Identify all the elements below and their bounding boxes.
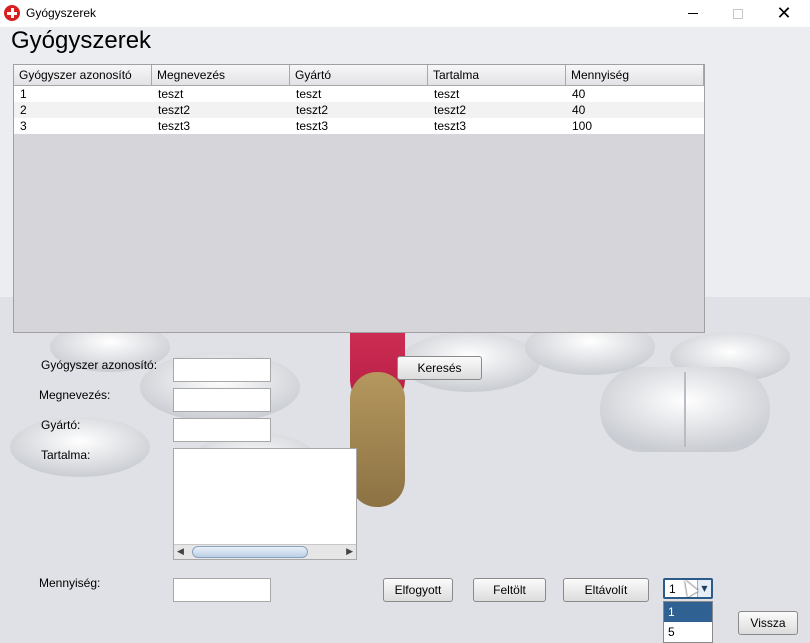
upload-button[interactable]: Feltölt — [473, 578, 546, 602]
chevron-down-icon[interactable]: ▼ — [697, 580, 711, 597]
medicine-table[interactable]: Gyógyszer azonosító Megnevezés Gyártó Ta… — [13, 64, 705, 333]
scrollbar-thumb[interactable] — [192, 546, 308, 558]
combo-dropdown-list: 1 5 — [663, 601, 713, 643]
combo-option[interactable]: 1 — [664, 602, 712, 622]
cell-id: 1 — [20, 87, 27, 101]
column-header-id[interactable]: Gyógyszer azonosító — [14, 65, 152, 85]
back-button[interactable]: Vissza — [738, 611, 798, 635]
id-label: Gyógyszer azonosító: — [41, 358, 158, 372]
content-textarea[interactable]: ◀ ▶ — [173, 448, 357, 560]
scroll-left-icon[interactable]: ◀ — [177, 547, 184, 557]
cell-maker: teszt — [296, 87, 322, 101]
column-header-content[interactable]: Tartalma — [428, 65, 566, 85]
cell-name: teszt — [158, 87, 184, 101]
content-label: Tartalma: — [41, 448, 91, 462]
quantity-label: Mennyiség: — [39, 576, 101, 590]
cell-content: teszt — [434, 87, 460, 101]
maximize-icon — [733, 8, 743, 19]
window-titlebar: Gyógyszerek ✕ — [0, 0, 810, 27]
maker-label: Gyártó: — [41, 418, 81, 432]
table-header: Gyógyszer azonosító Megnevezés Gyártó Ta… — [14, 65, 704, 86]
table-row[interactable]: 1 teszt teszt teszt 40 — [14, 86, 704, 102]
combo-option[interactable]: 5 — [664, 622, 712, 642]
minimize-button[interactable] — [670, 0, 716, 27]
name-field[interactable] — [173, 388, 271, 412]
cell-quantity: 100 — [572, 119, 593, 133]
column-header-quantity[interactable]: Mennyiség — [566, 65, 704, 85]
search-button[interactable]: Keresés — [397, 356, 482, 380]
table-row[interactable]: 2 teszt2 teszt2 teszt2 40 — [14, 102, 704, 118]
cell-content: teszt3 — [434, 119, 467, 133]
scroll-right-icon[interactable]: ▶ — [346, 547, 353, 557]
cell-name: teszt2 — [158, 103, 191, 117]
remove-button[interactable]: Eltávolít — [563, 578, 649, 602]
close-button[interactable]: ✕ — [761, 0, 807, 27]
sold-out-button[interactable]: Elfogyott — [383, 578, 453, 602]
cell-maker: teszt3 — [296, 119, 329, 133]
table-row[interactable]: 3 teszt3 teszt3 teszt3 100 — [14, 118, 704, 134]
cell-content: teszt2 — [434, 103, 467, 117]
cell-id: 2 — [20, 103, 27, 117]
page-title: Gyógyszerek — [11, 27, 152, 54]
quantity-field[interactable] — [173, 578, 271, 602]
cell-quantity: 40 — [572, 103, 586, 117]
cell-quantity: 40 — [572, 87, 586, 101]
column-header-name[interactable]: Megnevezés — [152, 65, 290, 85]
close-icon: ✕ — [776, 2, 792, 24]
id-field[interactable] — [173, 358, 271, 382]
column-header-maker[interactable]: Gyártó — [290, 65, 428, 85]
cell-maker: teszt2 — [296, 103, 329, 117]
red-cross-icon — [4, 5, 20, 21]
cell-name: teszt3 — [158, 119, 191, 133]
name-label: Megnevezés: — [39, 388, 111, 402]
cell-id: 3 — [20, 119, 27, 133]
horizontal-scrollbar[interactable]: ◀ ▶ — [174, 544, 356, 559]
table-body: 1 teszt teszt teszt 40 2 teszt2 teszt2 t… — [14, 86, 704, 134]
minimize-icon — [688, 13, 698, 14]
combo-selected-value: 1 — [669, 582, 676, 596]
maker-field[interactable] — [173, 418, 271, 442]
maximize-button[interactable] — [715, 0, 761, 27]
main-panel: Gyógyszerek Gyógyszer azonosító Megnevez… — [0, 27, 810, 643]
window-title: Gyógyszerek — [26, 6, 97, 20]
